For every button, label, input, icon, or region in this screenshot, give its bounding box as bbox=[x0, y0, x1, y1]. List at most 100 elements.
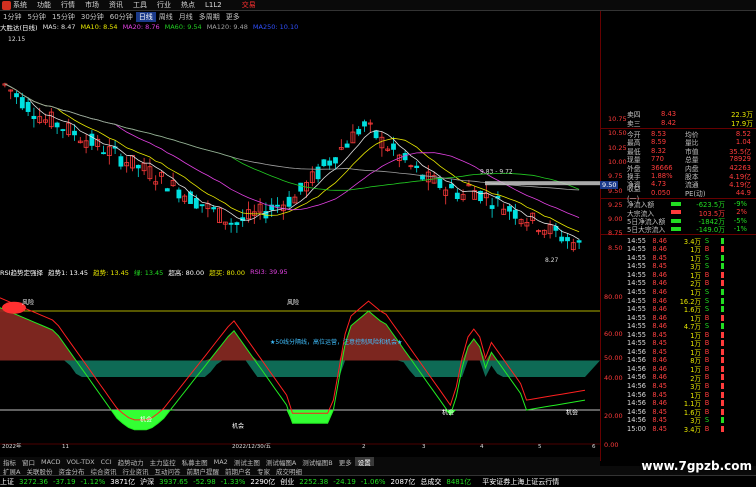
period-tab[interactable]: 60分钟 bbox=[107, 12, 136, 22]
index-quotes: 上证 3272.36 -37.19 -1.12% 3871亿 沪深 3937.65 -52.9… bbox=[0, 477, 476, 487]
mid-label: 9.83 - 9.72 bbox=[480, 169, 513, 176]
tick-price: 8.45 bbox=[652, 416, 667, 425]
period-tab[interactable]: 15分钟 bbox=[49, 12, 78, 22]
period-tab[interactable]: 更多 bbox=[223, 12, 243, 22]
index-percent: -1.06% bbox=[360, 477, 386, 486]
rsi-axis-label: 0.00 bbox=[604, 441, 619, 449]
menu-item[interactable]: 市场 bbox=[85, 0, 99, 10]
low-label: 8.27 bbox=[545, 257, 559, 264]
tick-bar bbox=[721, 408, 724, 415]
price-axis-label: 9.25 bbox=[608, 200, 623, 209]
tick-bar bbox=[721, 314, 724, 321]
tick-direction: B bbox=[704, 245, 710, 254]
index-change: -37.19 bbox=[52, 477, 76, 486]
chance-label: 机会 bbox=[232, 422, 244, 430]
candle-body bbox=[414, 165, 420, 169]
indicator-tab[interactable]: 设置 bbox=[354, 456, 374, 467]
date-label: 2 bbox=[362, 444, 366, 448]
period-tab[interactable]: 1分钟 bbox=[0, 12, 24, 22]
period-tab[interactable]: 5分钟 bbox=[24, 12, 48, 22]
tick-row: 15:00 8.45 3.4万 B bbox=[601, 425, 756, 434]
tick-direction: B bbox=[704, 364, 710, 373]
index-name[interactable]: 创业 bbox=[280, 477, 294, 487]
candle-body bbox=[373, 130, 379, 139]
period-tab[interactable]: 月线 bbox=[176, 12, 196, 22]
tick-time: 14:55 bbox=[627, 339, 647, 348]
risk-label: 风险 bbox=[287, 298, 299, 306]
period-tab[interactable]: 周线 bbox=[156, 12, 176, 22]
tick-time: 14:55 bbox=[627, 270, 647, 279]
index-amount: 2087亿 bbox=[390, 477, 416, 486]
ma-header: 大胜达(日线) MA5: 8.47 MA10: 8.54 MA20: 8.76 MA6… bbox=[0, 22, 600, 32]
menu-item[interactable]: L1L2 bbox=[205, 1, 222, 9]
tick-direction: B bbox=[704, 339, 710, 348]
tick-time: 14:56 bbox=[627, 382, 647, 391]
brand-label[interactable]: 交易 bbox=[242, 0, 256, 10]
index-name[interactable]: 沪深 bbox=[140, 477, 154, 487]
tick-price: 8.45 bbox=[652, 253, 667, 262]
tick-price: 8.46 bbox=[652, 356, 667, 365]
menu-item[interactable]: 热点 bbox=[181, 0, 195, 10]
menu-item[interactable]: 工具 bbox=[133, 0, 147, 10]
tick-price: 8.46 bbox=[652, 245, 667, 254]
stat-value: 36666 bbox=[651, 163, 673, 172]
stat-value: 770 bbox=[651, 155, 664, 164]
candle-body bbox=[437, 177, 443, 188]
candle-body bbox=[478, 190, 483, 202]
price-axis-label: 9.00 bbox=[608, 215, 623, 224]
info-tab[interactable]: 扩展A bbox=[0, 466, 23, 476]
indicator-tab[interactable]: MACD bbox=[38, 458, 63, 466]
info-tab[interactable]: 互动问答 bbox=[151, 466, 183, 476]
info-tab[interactable]: 前期户提醒 bbox=[183, 466, 222, 476]
date-label: 2022/12/30/五 bbox=[232, 443, 272, 448]
info-tab[interactable]: 行业资讯 bbox=[119, 466, 151, 476]
rsi-axis-label: 80.00 bbox=[604, 293, 623, 301]
tick-direction: S bbox=[704, 296, 710, 305]
info-tab[interactable]: 前期户名 bbox=[222, 466, 254, 476]
kline-chart[interactable]: 12.15 8.27 9.83 - 9.72 bbox=[0, 32, 600, 267]
tick-time: 14:55 bbox=[627, 322, 647, 331]
info-tab[interactable]: 综合资讯 bbox=[87, 466, 119, 476]
indicator-tab[interactable]: VOL-TDX bbox=[63, 458, 97, 466]
info-tab[interactable]: 专家 bbox=[254, 466, 273, 476]
indicator-tab[interactable]: MA2 bbox=[211, 458, 231, 466]
ma-value: MA10: 8.54 bbox=[80, 23, 118, 31]
tick-bar bbox=[721, 417, 724, 424]
period-tab[interactable]: 日线 bbox=[135, 11, 156, 22]
sell-volume: 17.9万 bbox=[731, 119, 753, 128]
period-tab[interactable]: 多周期 bbox=[196, 12, 223, 22]
info-tab[interactable]: 成交明细 bbox=[273, 466, 305, 476]
menu-item[interactable]: 资讯 bbox=[109, 0, 123, 10]
indicator-tab[interactable]: CCI bbox=[98, 458, 115, 466]
flow-value: -149.0万 bbox=[696, 226, 725, 235]
stat-value: 0.050 bbox=[651, 188, 671, 197]
menu-item[interactable]: 行业 bbox=[157, 0, 171, 10]
candle-body bbox=[286, 196, 292, 207]
candle-body bbox=[391, 143, 396, 150]
tick-time: 14:55 bbox=[627, 305, 647, 314]
index-name[interactable]: 上证 bbox=[0, 477, 14, 487]
menu-item[interactable]: 功能 bbox=[37, 0, 51, 10]
period-tab[interactable]: 30分钟 bbox=[78, 12, 107, 22]
index-name[interactable]: 总成交 bbox=[420, 477, 441, 487]
indicator-tab[interactable]: 更多 bbox=[336, 457, 355, 467]
tick-price: 8.46 bbox=[652, 288, 667, 297]
tick-price: 8.46 bbox=[652, 270, 667, 279]
rsi-chart[interactable]: 风险 风险★50线分隔线，高位运营，注意控制风险和机会★机会机会机会 机会2022年… bbox=[0, 268, 600, 448]
candle-body bbox=[101, 152, 106, 155]
tick-list[interactable]: 14:55 8.46 3.4万 S 14:55 8.46 1万 B 14:55 8.45 1万 S 14… bbox=[601, 236, 756, 434]
ma-value: MA5: 8.47 bbox=[42, 23, 76, 31]
date-label: 4 bbox=[480, 444, 484, 448]
tick-time: 14:55 bbox=[627, 313, 647, 322]
date-label: 11 bbox=[62, 444, 69, 448]
info-tab[interactable]: 关联股份 bbox=[23, 466, 55, 476]
stat-value: 44.9 bbox=[735, 188, 751, 197]
quote-panel: 卖四 8.43 22.3万 卖三 8.42 17.9万 今开 8.53 均价 8.52 最高 8.5… bbox=[600, 11, 756, 461]
info-tab[interactable]: 资金分布 bbox=[55, 466, 87, 476]
menu-item[interactable]: 系统 bbox=[13, 0, 27, 10]
date-label: 3 bbox=[422, 444, 426, 448]
date-label: 2022年 bbox=[2, 442, 22, 448]
index-percent: -1.33% bbox=[220, 477, 246, 486]
menu-item[interactable]: 行情 bbox=[61, 0, 75, 10]
tick-price: 8.46 bbox=[652, 322, 667, 331]
